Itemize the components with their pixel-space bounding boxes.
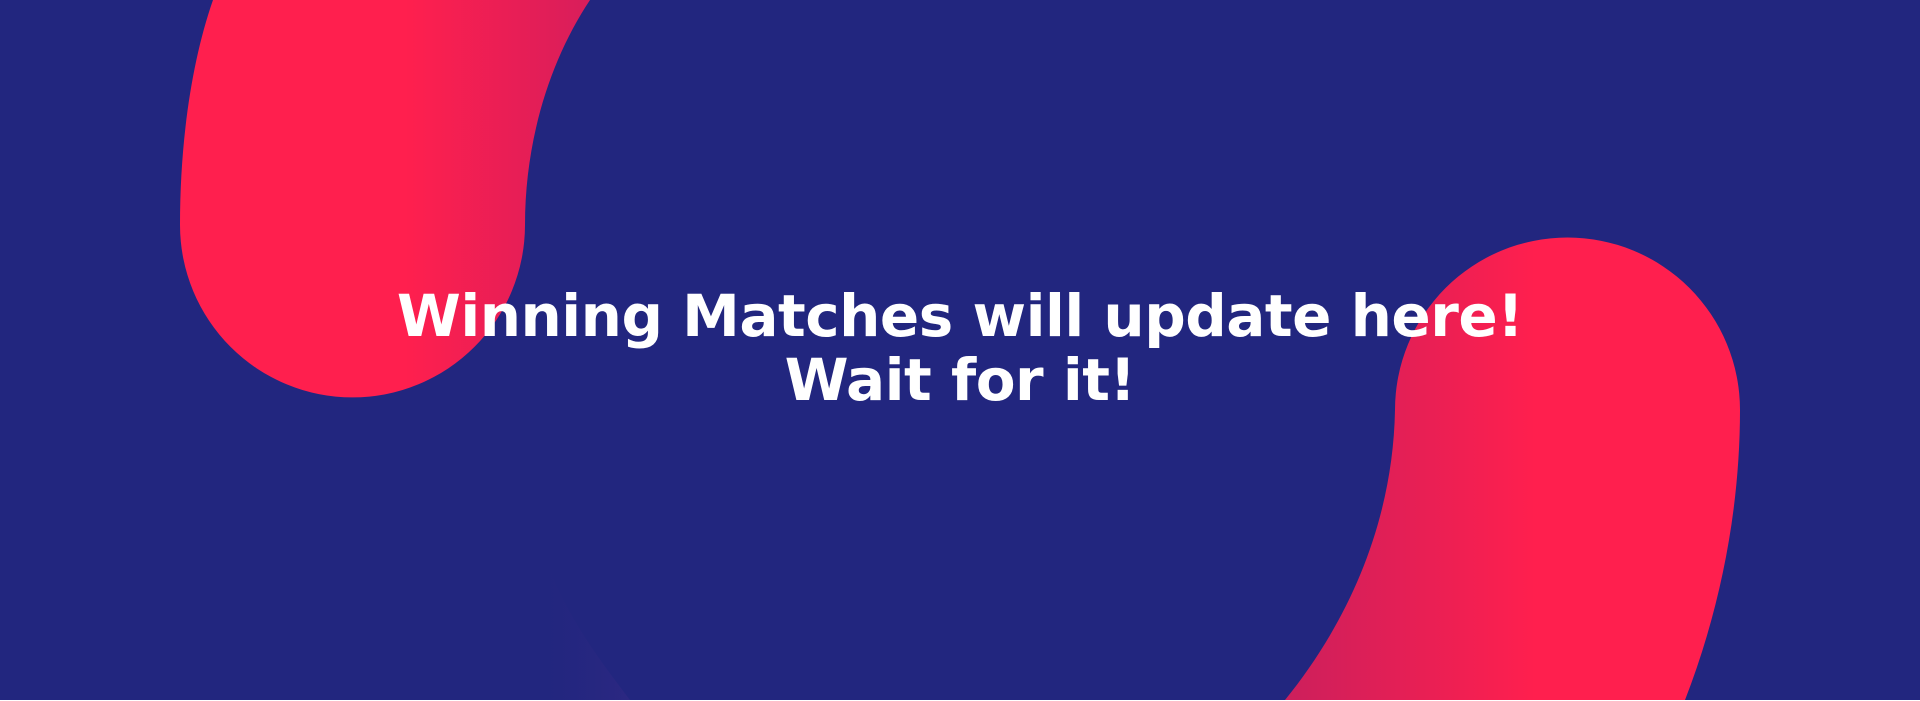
- winning-matches-banner: Winning Matches will update here! Wait f…: [0, 0, 1920, 700]
- headline-line-1: Winning Matches will update here!: [396, 282, 1524, 350]
- waiting-message: Winning Matches will update here! Wait f…: [0, 284, 1920, 412]
- headline-line-2: Wait for it!: [784, 346, 1136, 414]
- background-wave: [540, 540, 630, 700]
